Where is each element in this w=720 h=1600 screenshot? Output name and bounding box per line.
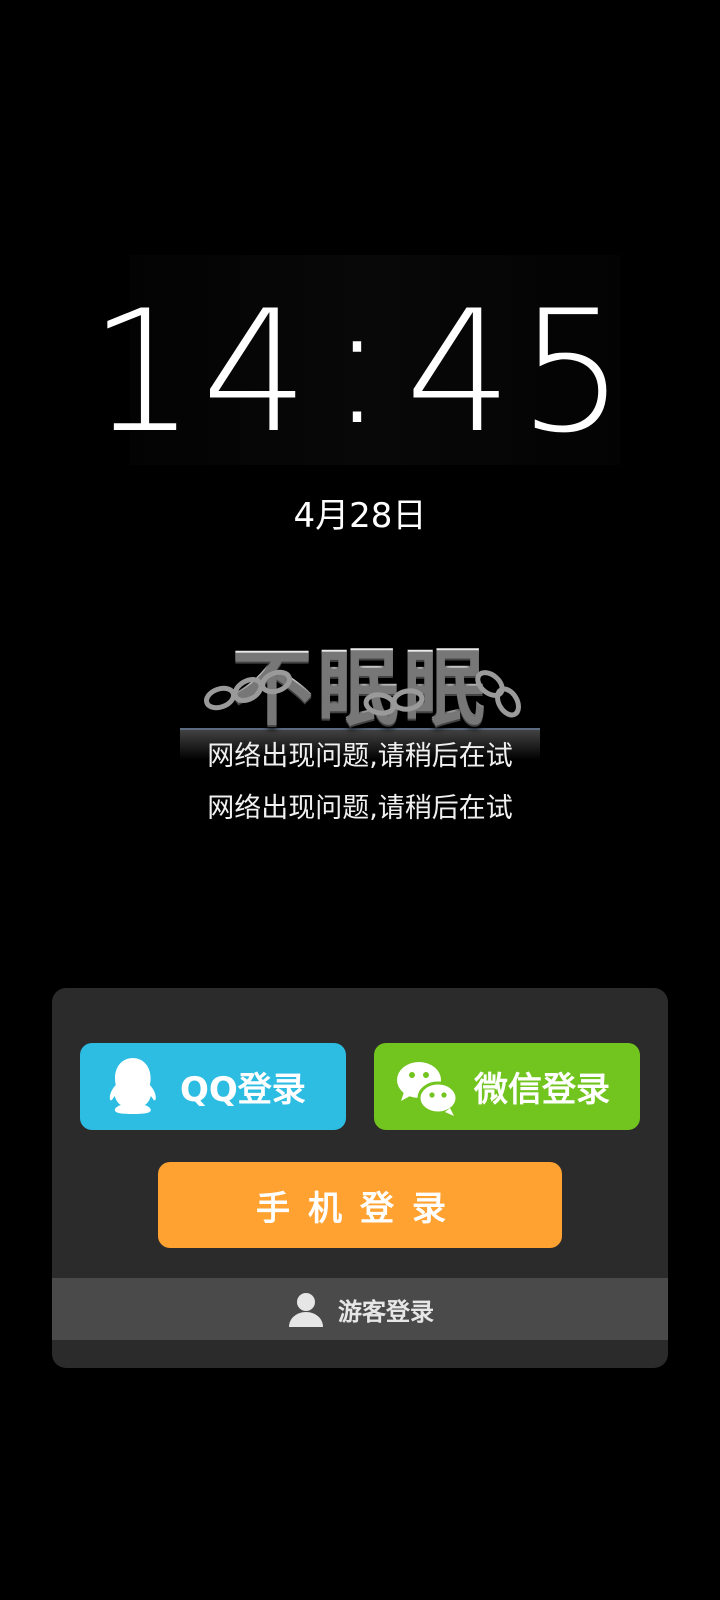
phone-login-button[interactable]: 手机登录 (158, 1162, 562, 1248)
screen: 14:45 4月28日 不眠眠 网络出现问题,请稍后在试 网络出现问题,请稍后在… (0, 0, 720, 1600)
chain-icon (203, 669, 521, 718)
clock-separator: : (328, 266, 392, 462)
guest-login-label: 游客登录 (338, 1297, 434, 1326)
wechat-login-label: 微信登录 (474, 1070, 610, 1110)
wechat-login-button[interactable]: 微信登录 (374, 1043, 640, 1130)
network-error-message: 网络出现问题,请稍后在试 (207, 793, 513, 824)
qq-login-label: QQ登录 (180, 1070, 306, 1110)
lockscreen-clock: 14:45 (0, 280, 720, 456)
phone-login-label: 手机登录 (256, 1188, 464, 1229)
wechat-icon (397, 1061, 459, 1116)
network-error-message: 网络出现问题,请稍后在试 (207, 741, 513, 772)
guest-login-button[interactable]: 游客登录 (52, 1278, 668, 1340)
qq-penguin-icon (109, 1057, 156, 1114)
clock-minute: 45 (405, 274, 632, 470)
login-panel: QQ登录 微信登录 手机登录 游客登录 (52, 988, 668, 1368)
clock-hour: 14 (88, 274, 315, 470)
user-icon (289, 1293, 323, 1327)
lockscreen-date: 4月28日 (293, 496, 427, 536)
qq-login-button[interactable]: QQ登录 (80, 1043, 346, 1130)
